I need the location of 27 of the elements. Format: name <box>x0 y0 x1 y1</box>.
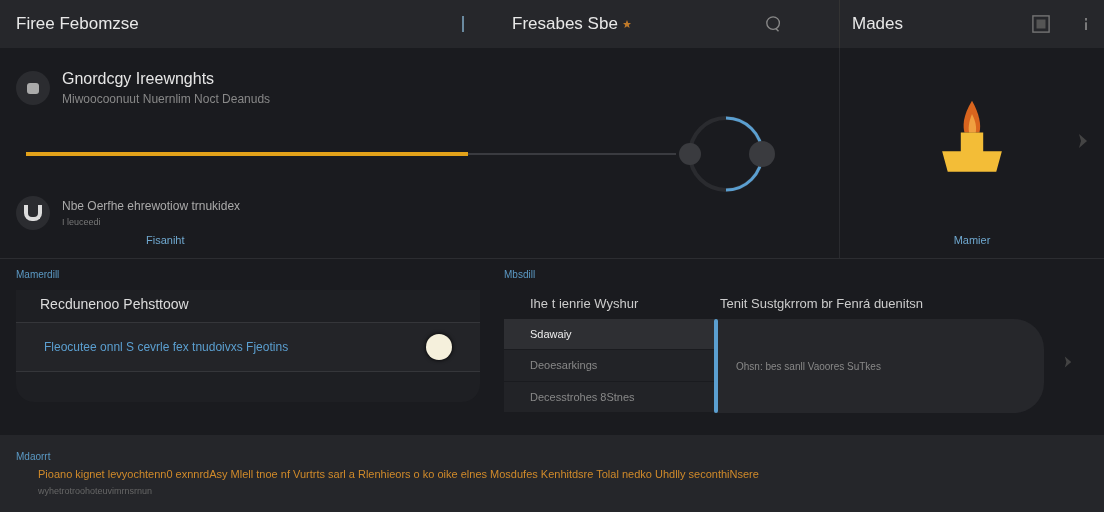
caption: Fisaniht <box>146 234 186 246</box>
setting-label: Fleocutee onnl S cevrle fex tnudoivxs Fjeotins <box>44 340 290 354</box>
list-item[interactable]: Sdawaiy <box>504 319 714 351</box>
list-item[interactable]: Deoesarkings <box>504 350 714 382</box>
magnet-icon <box>16 196 50 230</box>
section-label: Mbsdill <box>504 269 537 280</box>
caption: Mamier <box>953 234 991 246</box>
list-item[interactable]: Decesstrohes 8Stnes <box>504 381 714 413</box>
item-title: Nbe Oerfhe ehrewotiow trnukidex <box>62 199 241 213</box>
page-title: Fresabes Sbe <box>512 14 618 34</box>
item-subtitle: I leuceedi <box>62 217 102 227</box>
footer-text: Pioano kignet levyochtenn0 exnnrdAsy Mlell tnoe nf Vurtrts sarl a Rlenhieors o ko oike elnes Mosdufes Kenhitdsre Tolal nedko Uhdlly seconthiNsere <box>37 468 760 480</box>
detail-text: Ohsn: bes sanll Vaoores SuTkes <box>736 360 881 372</box>
lock-icon <box>16 71 50 105</box>
item-title: Gnordcgy Ireewnghts <box>62 70 216 88</box>
item-subtitle: Miwoocoonuut Nuernlim Noct Deanuds <box>62 92 271 106</box>
star-icon <box>621 19 632 29</box>
search-icon[interactable] <box>765 15 783 33</box>
square-icon[interactable] <box>1032 15 1050 33</box>
more-icon[interactable] <box>1084 18 1088 30</box>
column-heading: Ihe t ienrie Wyshur <box>530 296 640 311</box>
app-title: Firee Febomzse <box>16 14 139 34</box>
detail-heading: Tenit Sustgkrrom br Fenrá duenitsn <box>720 296 924 311</box>
footer-label: Mdaorrt <box>16 451 52 462</box>
footer-subtext: wyhetrotroohoteuvimrnsrnun <box>37 486 154 496</box>
section-label: Mamerdill <box>16 269 61 280</box>
panel-title: Mades <box>852 14 904 34</box>
